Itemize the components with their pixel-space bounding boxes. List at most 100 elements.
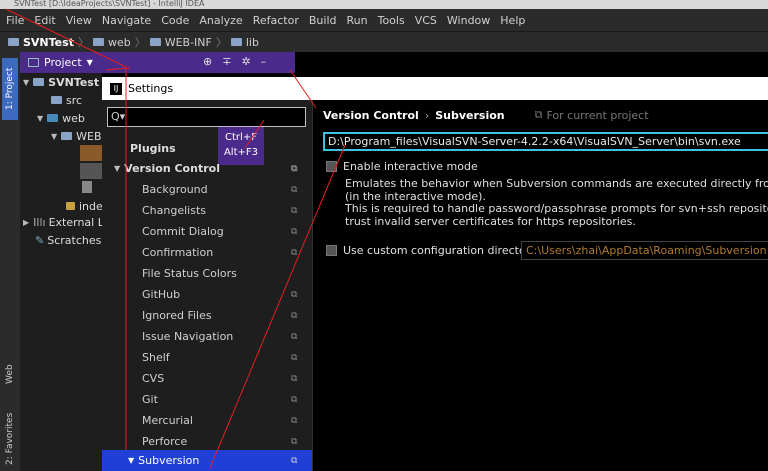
breadcrumb-section[interactable]: Version Control — [323, 109, 419, 122]
menu-code[interactable]: Code — [161, 14, 189, 27]
nav-label: Shelf — [142, 351, 170, 364]
gear-icon[interactable]: ✲ — [241, 55, 250, 68]
project-scope-icon: ⧉ — [291, 455, 298, 466]
nav-item-perforce[interactable]: Perforce ⧉ — [102, 431, 312, 452]
collapse-icon[interactable]: ∓ — [222, 55, 231, 68]
nav-item-commit-dialog[interactable]: Commit Dialog ⧉ — [102, 221, 312, 242]
chevron-right-icon: 〉 — [134, 36, 146, 49]
interactive-mode-checkbox[interactable] — [326, 161, 337, 172]
svn-executable-path-input[interactable]: D:\Program_files\VisualSVN-Server-4.2.2-… — [323, 132, 768, 151]
custom-config-directory-input[interactable]: C:\Users\zhai\AppData\Roaming\Subversion — [521, 241, 768, 260]
project-scope-icon: ⧉ — [291, 373, 298, 384]
interactive-mode-description: Emulates the behavior when Subversion co… — [345, 178, 768, 228]
project-scope-icon: ⧉ — [291, 394, 298, 405]
tree-node-webinf[interactable]: ▼ WEB — [51, 127, 102, 145]
nav-label: Changelists — [142, 204, 207, 217]
nav-item-confirmation[interactable]: Confirmation ⧉ — [102, 242, 312, 263]
breadcrumb-item-webinf[interactable]: WEB-INF — [149, 36, 212, 49]
tree-label: Scratches — [47, 233, 102, 247]
nav-item-version-control[interactable]: ▼ Version Control ⧉ — [102, 158, 312, 179]
window-title: SVNTest [D:\IdeaProjects\SVNTest] - Inte… — [0, 0, 768, 9]
expand-arrow-icon: ▼ — [114, 164, 121, 173]
nav-label: Ignored Files — [142, 309, 212, 322]
nav-label: Commit Dialog — [142, 225, 224, 238]
tree-label: WEB — [76, 129, 102, 143]
tree-node-project[interactable]: ▼ SVNTest — [23, 73, 99, 91]
settings-breadcrumb: Version Control › Subversion ⧉ For curre… — [323, 108, 649, 122]
tree-node-web[interactable]: ▼ web — [37, 109, 85, 127]
tree-label: web — [62, 111, 85, 125]
nav-item-mercurial[interactable]: Mercurial ⧉ — [102, 410, 312, 431]
tree-node-lib[interactable] — [80, 163, 102, 179]
project-scope-icon: ⧉ — [291, 205, 298, 216]
chevron-right-icon: 〉 — [215, 36, 227, 49]
menu-window[interactable]: Window — [447, 14, 490, 27]
nav-item-github[interactable]: GitHub ⧉ — [102, 284, 312, 305]
menu-file[interactable]: File — [6, 14, 24, 27]
dropdown-arrow-icon[interactable]: ▼ — [87, 58, 93, 67]
nav-label: Confirmation — [142, 246, 214, 259]
description-line: Emulates the behavior when Subversion co… — [345, 178, 768, 190]
menu-run[interactable]: Run — [347, 14, 368, 27]
tree-node-src[interactable]: src — [51, 91, 82, 109]
nav-label: Git — [142, 393, 158, 406]
folder-icon — [47, 114, 59, 122]
nav-item-cvs[interactable]: CVS ⧉ — [102, 368, 312, 389]
breadcrumb-item-web[interactable]: web — [92, 36, 131, 49]
project-panel-title[interactable]: Project — [44, 56, 82, 69]
menu-help[interactable]: Help — [500, 14, 525, 27]
breadcrumb-item-project[interactable]: SVNTest — [8, 36, 74, 49]
settings-content: Version Control › Subversion ⧉ For curre… — [312, 100, 768, 471]
nav-label: CVS — [142, 372, 165, 385]
folder-icon — [8, 38, 19, 46]
breadcrumb-item-lib[interactable]: lib — [230, 35, 259, 49]
interactive-mode-row: Enable interactive mode — [326, 160, 478, 173]
nav-item-issue-navigation[interactable]: Issue Navigation ⧉ — [102, 326, 312, 347]
tree-node-classes[interactable] — [80, 145, 102, 161]
nav-item-subversion[interactable]: ▼ Subversion ⧉ — [102, 450, 312, 471]
breadcrumb-label: lib — [245, 35, 259, 49]
menu-edit[interactable]: Edit — [34, 14, 55, 27]
menu-build[interactable]: Build — [309, 14, 337, 27]
custom-config-row: Use custom configuration directory: — [326, 244, 540, 257]
menu-analyze[interactable]: Analyze — [199, 14, 242, 27]
menu-view[interactable]: View — [66, 14, 92, 27]
menu-vcs[interactable]: VCS — [415, 14, 437, 27]
tree-node-scratches[interactable]: ✎ Scratches — [35, 231, 101, 249]
tab-favorites[interactable]: 2: Favorites — [2, 407, 18, 471]
breadcrumb-separator: › — [424, 108, 430, 122]
library-icon: Illı — [33, 215, 46, 229]
tab-project[interactable]: 1: Project — [2, 58, 18, 120]
tree-label: src — [66, 93, 83, 107]
nav-label: Mercurial — [142, 414, 193, 427]
nav-item-git[interactable]: Git ⧉ — [102, 389, 312, 410]
expand-arrow-icon: ▼ — [51, 131, 58, 141]
menu-navigate[interactable]: Navigate — [102, 14, 151, 27]
menu-tools[interactable]: Tools — [378, 14, 405, 27]
tree-label: SVNTest — [48, 75, 100, 89]
nav-item-shelf[interactable]: Shelf ⧉ — [102, 347, 312, 368]
locate-icon[interactable]: ⊕ — [203, 55, 212, 68]
tab-web[interactable]: Web — [2, 352, 18, 397]
custom-config-checkbox[interactable] — [326, 245, 337, 256]
menu-refactor[interactable]: Refactor — [253, 14, 299, 27]
nav-item-changelists[interactable]: Changelists ⧉ — [102, 200, 312, 221]
xml-file-icon[interactable] — [82, 181, 92, 193]
chevron-right-icon: 〉 — [77, 36, 89, 49]
minimize-icon[interactable]: – — [261, 55, 267, 68]
tree-node-external-libraries[interactable]: ▶ Illı External Li — [23, 213, 102, 231]
nav-item-ignored-files[interactable]: Ignored Files ⧉ — [102, 305, 312, 326]
settings-search-input[interactable]: Q▾ — [107, 107, 306, 127]
expand-arrow-icon: ▶ — [23, 217, 30, 227]
breadcrumb-page: Subversion — [435, 108, 505, 122]
settings-title: Settings — [128, 82, 174, 95]
project-scope-icon: ⧉ — [291, 331, 298, 342]
nav-item-plugins[interactable]: Plugins — [102, 138, 312, 159]
settings-titlebar: IJ Settings — [102, 77, 768, 100]
nav-item-file-status-colors[interactable]: File Status Colors — [102, 263, 312, 284]
tree-label: External Li — [48, 215, 102, 229]
intellij-logo-icon: IJ — [110, 82, 122, 95]
nav-item-background[interactable]: Background ⧉ — [102, 179, 312, 200]
custom-config-label: Use custom configuration directory: — [343, 244, 540, 257]
settings-dialog: IJ Settings Q▾ Ctrl+F Alt+F3 Plugins ▼ Ve… — [102, 77, 768, 471]
